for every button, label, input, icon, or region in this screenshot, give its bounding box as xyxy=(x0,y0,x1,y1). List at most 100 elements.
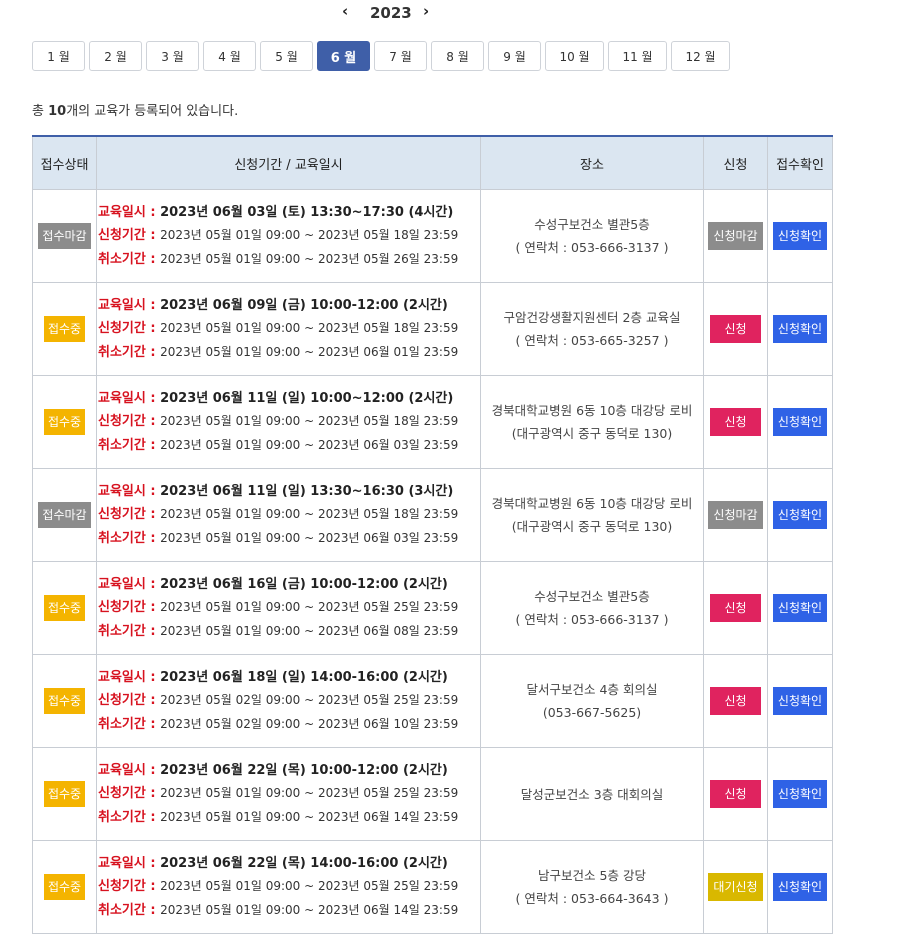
year-navigation: ‹ 2023 › xyxy=(0,0,780,26)
place-contact: (대구광역시 중구 동덕로 130) xyxy=(511,426,673,441)
cancel-period-label: 취소기간 : xyxy=(98,344,161,360)
apply-cell: 신청마감 xyxy=(703,189,768,283)
edu-date-line: 교육일시 : 2023년 06월 03일 (토) 13:30~17:30 (4시… xyxy=(98,201,480,225)
check-button[interactable]: 신청확인 xyxy=(772,594,828,622)
check-button[interactable]: 신청확인 xyxy=(772,873,828,901)
month-tab-11[interactable]: 11 월 xyxy=(608,41,667,71)
edu-date-line: 교육일시 : 2023년 06월 11일 (일) 13:30~16:30 (3시… xyxy=(98,480,480,504)
cancel-period-line: 취소기간 : 2023년 05월 01일 09:00 ~ 2023년 06월 0… xyxy=(98,527,480,551)
month-tab-1[interactable]: 1 월 xyxy=(32,41,85,71)
cancel-period-label: 취소기간 : xyxy=(98,530,161,546)
apply-period-value: 2023년 05월 01일 09:00 ~ 2023년 05월 18일 23:5… xyxy=(160,414,459,429)
edu-date-label: 교육일시 : xyxy=(98,762,161,778)
summary-count: 10 xyxy=(48,104,67,119)
apply-period-line: 신청기간 : 2023년 05월 01일 09:00 ~ 2023년 05월 1… xyxy=(98,224,480,248)
status-badge: 접수마감 xyxy=(38,502,91,528)
period-cell: 교육일시 : 2023년 06월 16일 (금) 10:00-12:00 (2시… xyxy=(96,561,481,655)
apply-period-value: 2023년 05월 01일 09:00 ~ 2023년 05월 18일 23:5… xyxy=(160,507,459,522)
apply-cell: 신청 xyxy=(703,282,768,376)
month-tab-7[interactable]: 7 월 xyxy=(374,41,427,71)
place-contact: (053-667-5625) xyxy=(542,705,642,720)
apply-button[interactable]: 대기신청 xyxy=(708,873,763,901)
status-cell: 접수마감 xyxy=(32,189,97,283)
table-row: 접수중 교육일시 : 2023년 06월 16일 (금) 10:00-12:00 … xyxy=(32,561,833,655)
place-cell: 달서구보건소 4층 회의실 (053-667-5625) xyxy=(480,654,704,748)
period-cell: 교육일시 : 2023년 06월 22일 (목) 10:00-12:00 (2시… xyxy=(96,747,481,841)
month-tab-10[interactable]: 10 월 xyxy=(545,41,604,71)
apply-period-label: 신청기간 : xyxy=(98,228,161,244)
check-cell: 신청확인 xyxy=(767,747,833,841)
period-cell: 교육일시 : 2023년 06월 18일 (일) 14:00-16:00 (2시… xyxy=(96,654,481,748)
cancel-period-line: 취소기간 : 2023년 05월 01일 09:00 ~ 2023년 05월 2… xyxy=(98,248,480,272)
check-button[interactable]: 신청확인 xyxy=(772,222,828,250)
edu-date-label: 교육일시 : xyxy=(98,669,161,685)
apply-button[interactable]: 신청 xyxy=(710,687,761,715)
edu-date-line: 교육일시 : 2023년 06월 11일 (일) 10:00~12:00 (2시… xyxy=(98,387,480,411)
next-year-chevron-icon[interactable]: › xyxy=(423,2,429,20)
edu-date-line: 교육일시 : 2023년 06월 16일 (금) 10:00-12:00 (2시… xyxy=(98,573,480,597)
check-cell: 신청확인 xyxy=(767,561,833,655)
apply-button[interactable]: 신청마감 xyxy=(708,501,763,529)
apply-cell: 신청 xyxy=(703,561,768,655)
header-place: 장소 xyxy=(480,135,704,190)
edu-date-line: 교육일시 : 2023년 06월 22일 (목) 10:00-12:00 (2시… xyxy=(98,759,480,783)
prev-year-chevron-icon[interactable]: ‹ xyxy=(342,2,348,20)
check-button[interactable]: 신청확인 xyxy=(772,315,828,343)
apply-period-label: 신청기간 : xyxy=(98,507,161,523)
cancel-period-value: 2023년 05월 01일 09:00 ~ 2023년 06월 03일 23:5… xyxy=(160,437,459,452)
summary-prefix: 총 xyxy=(32,104,49,119)
cancel-period-value: 2023년 05월 01일 09:00 ~ 2023년 06월 14일 23:5… xyxy=(160,902,459,917)
month-tab-2[interactable]: 2 월 xyxy=(89,41,142,71)
status-badge: 접수중 xyxy=(43,688,86,714)
apply-button[interactable]: 신청 xyxy=(710,315,761,343)
summary-text: 총 10개의 교육가 등록되어 있습니다. xyxy=(32,100,238,119)
edu-date-value: 2023년 06월 11일 (일) 13:30~16:30 (3시간) xyxy=(160,483,454,499)
table-row: 접수중 교육일시 : 2023년 06월 09일 (금) 10:00-12:00 … xyxy=(32,282,833,376)
summary-suffix: 개의 교육가 등록되어 있습니다. xyxy=(66,104,239,119)
year-label: 2023 xyxy=(370,4,412,22)
status-cell: 접수중 xyxy=(32,561,97,655)
apply-button[interactable]: 신청 xyxy=(710,780,761,808)
place-name: 경북대학교병원 6동 10층 대강당 로비 xyxy=(491,403,693,418)
apply-period-label: 신청기간 : xyxy=(98,321,161,337)
apply-period-label: 신청기간 : xyxy=(98,600,161,616)
check-button[interactable]: 신청확인 xyxy=(772,687,828,715)
apply-button[interactable]: 신청 xyxy=(710,408,761,436)
check-cell: 신청확인 xyxy=(767,375,833,469)
place-contact: ( 연락처 : 053-666-3137 ) xyxy=(515,240,669,255)
apply-button[interactable]: 신청마감 xyxy=(708,222,763,250)
place-name: 구암건강생활지원센터 2층 교육실 xyxy=(503,310,681,325)
check-button[interactable]: 신청확인 xyxy=(772,408,828,436)
header-apply: 신청 xyxy=(703,135,768,190)
apply-button[interactable]: 신청 xyxy=(710,594,761,622)
apply-period-line: 신청기간 : 2023년 05월 01일 09:00 ~ 2023년 05월 1… xyxy=(98,317,480,341)
period-cell: 교육일시 : 2023년 06월 03일 (토) 13:30~17:30 (4시… xyxy=(96,189,481,283)
apply-period-line: 신청기간 : 2023년 05월 01일 09:00 ~ 2023년 05월 2… xyxy=(98,875,480,899)
place-name: 수성구보건소 별관5층 xyxy=(534,589,650,604)
month-tab-9[interactable]: 9 월 xyxy=(488,41,541,71)
edu-date-line: 교육일시 : 2023년 06월 22일 (목) 14:00-16:00 (2시… xyxy=(98,852,480,876)
header-check: 접수확인 xyxy=(767,135,833,190)
month-tab-5[interactable]: 5 월 xyxy=(260,41,313,71)
edu-date-line: 교육일시 : 2023년 06월 09일 (금) 10:00-12:00 (2시… xyxy=(98,294,480,318)
apply-cell: 신청 xyxy=(703,375,768,469)
status-cell: 접수중 xyxy=(32,840,97,934)
cancel-period-label: 취소기간 : xyxy=(98,809,161,825)
check-button[interactable]: 신청확인 xyxy=(772,501,828,529)
edu-date-value: 2023년 06월 22일 (목) 14:00-16:00 (2시간) xyxy=(160,855,448,871)
apply-period-value: 2023년 05월 01일 09:00 ~ 2023년 05월 25일 23:5… xyxy=(160,786,459,801)
month-tab-6[interactable]: 6 월 xyxy=(317,41,370,71)
apply-period-line: 신청기간 : 2023년 05월 01일 09:00 ~ 2023년 05월 2… xyxy=(98,596,480,620)
apply-period-value: 2023년 05월 01일 09:00 ~ 2023년 05월 18일 23:5… xyxy=(160,228,459,243)
table-row: 접수중 교육일시 : 2023년 06월 22일 (목) 10:00-12:00 … xyxy=(32,747,833,841)
month-tab-8[interactable]: 8 월 xyxy=(431,41,484,71)
table-header-row: 접수상태 신청기간 / 교육일시 장소 신청 접수확인 xyxy=(32,135,833,190)
cancel-period-label: 취소기간 : xyxy=(98,902,161,918)
edu-date-value: 2023년 06월 11일 (일) 10:00~12:00 (2시간) xyxy=(160,390,454,406)
apply-period-line: 신청기간 : 2023년 05월 01일 09:00 ~ 2023년 05월 2… xyxy=(98,782,480,806)
month-tab-3[interactable]: 3 월 xyxy=(146,41,199,71)
month-tab-12[interactable]: 12 월 xyxy=(671,41,730,71)
period-cell: 교육일시 : 2023년 06월 22일 (목) 14:00-16:00 (2시… xyxy=(96,840,481,934)
check-button[interactable]: 신청확인 xyxy=(772,780,828,808)
month-tab-4[interactable]: 4 월 xyxy=(203,41,256,71)
